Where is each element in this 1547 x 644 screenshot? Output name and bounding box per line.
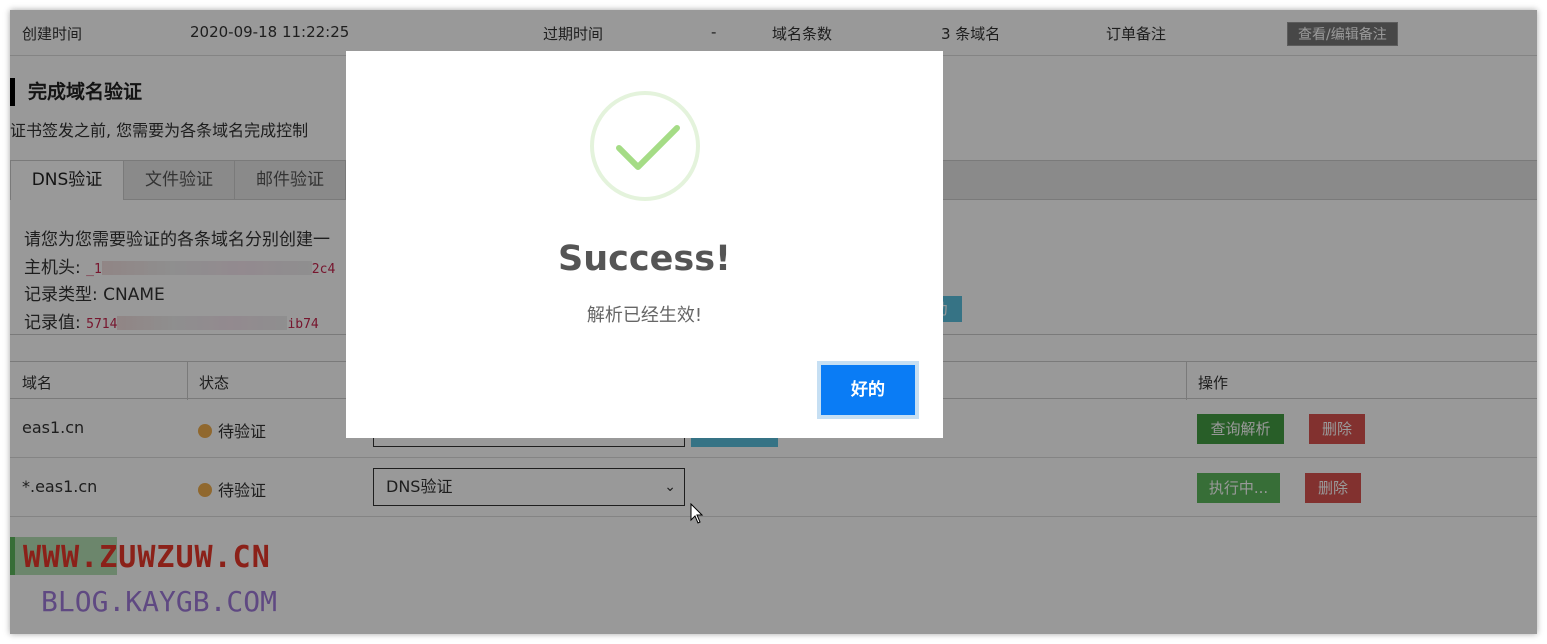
page-frame: 创建时间 2020-09-18 11:22:25 过期时间 - 域名条数 3 条…: [10, 10, 1537, 634]
dialog-message: 解析已经生效!: [586, 305, 703, 326]
mouse-cursor-icon: [690, 503, 704, 524]
ok-button[interactable]: 好的: [817, 361, 919, 419]
check-icon: [590, 91, 700, 201]
dialog-title: Success!: [558, 239, 731, 279]
success-dialog: Success! 解析已经生效! 好的: [346, 51, 943, 438]
ok-button-label: 好的: [821, 365, 915, 415]
